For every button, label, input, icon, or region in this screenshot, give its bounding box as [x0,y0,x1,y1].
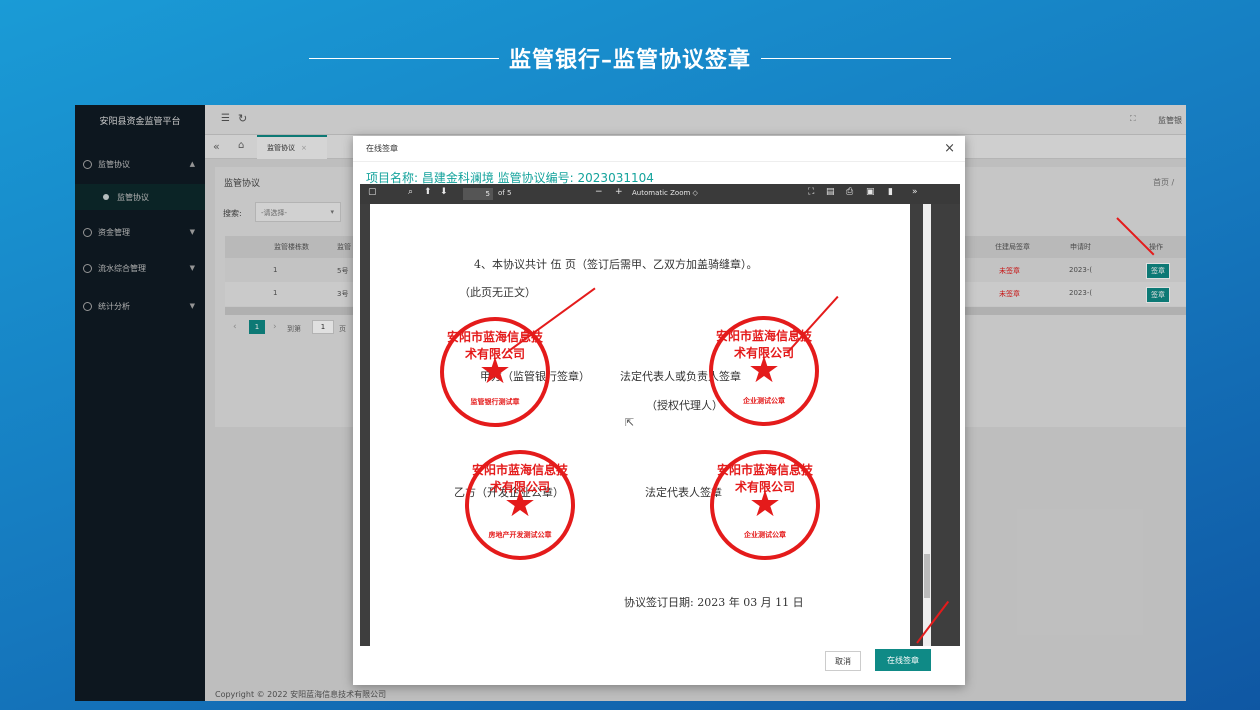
seal-text: 安阳市蓝海信息技术有限公司 [716,463,813,494]
slide-title-text: 监管银行–监管协议签章 [508,47,751,73]
download-icon[interactable]: ▣ [866,187,875,197]
seal-text: 安阳市蓝海信息技术有限公司 [715,329,812,360]
zoom-in-icon[interactable]: + [615,187,623,197]
seal-text: 房地产开发测试公章 [488,531,552,539]
zoom-value: Automatic Zoom [632,189,691,197]
tools-menu-icon[interactable]: » [912,187,918,197]
open-file-icon[interactable]: ▤ [826,187,835,197]
doc-date: 协议签订日期: 2023 年 03 月 11 日 [624,596,804,609]
pdf-page: 4、本协议共计 伍 页（签订后需甲、乙双方加盖骑缝章）。 （此页无正文） 甲方（… [370,204,910,646]
bookmark-icon[interactable]: ▮ [888,187,893,197]
modal-header: 在线签章 [353,136,965,162]
print-icon[interactable]: ⎙ [846,187,853,197]
modal-title: 在线签章 [366,144,398,153]
presentation-icon[interactable]: ⛶ [808,187,814,197]
page-number-input[interactable]: 5 [463,188,493,200]
search-icon[interactable]: ⌕ [408,187,413,197]
seal-stamp: 安阳市蓝海信息技术有限公司 ★ 企业测试公章 [710,450,820,560]
next-page-icon[interactable]: ⬇ [440,187,448,197]
doc-agent: （授权代理人） [646,399,723,412]
doc-line: 4、本协议共计 伍 页（签订后需甲、乙双方加盖骑缝章）。 [474,258,758,271]
pdf-viewer: ▢ ⌕ ⬆ ⬇ 5 of 5 − + Automatic Zoom ◇ ⛶ ▤ … [360,184,960,646]
seal-text: 安阳市蓝海信息技术有限公司 [471,463,568,494]
title-line-left [308,57,499,59]
sidebar-toggle-icon[interactable]: ▢ [368,187,377,197]
seal-text: 监管银行测试章 [470,398,520,406]
zoom-out-icon[interactable]: − [595,187,603,197]
seal-stamp: 安阳市蓝海信息技术有限公司 ★ 房地产开发测试公章 [465,450,575,560]
cancel-button[interactable]: 取消 [825,651,861,671]
zoom-select[interactable]: Automatic Zoom ◇ [632,189,698,197]
pdf-toolbar: ▢ ⌕ ⬆ ⬇ 5 of 5 − + Automatic Zoom ◇ ⛶ ▤ … [360,184,960,204]
cursor-icon: ⇱ [625,416,635,429]
page-count: of 5 [498,189,512,197]
seal-text: 企业测试公章 [744,531,786,539]
sign-modal: 在线签章 × 项目名称: 昌建金科澜境 监管协议编号: 2023031104 ▢… [353,136,965,685]
title-line-right [761,57,951,59]
close-icon[interactable]: × [944,141,955,156]
seal-text: 企业测试公章 [743,397,785,405]
doc-line: （此页无正文） [459,286,536,299]
previous-page-icon[interactable]: ⬆ [424,187,432,197]
pdf-scroll-thumb[interactable] [924,554,930,598]
online-sign-button[interactable]: 在线签章 [875,649,931,671]
slide-title: 监管银行–监管协议签章 [0,38,1260,78]
